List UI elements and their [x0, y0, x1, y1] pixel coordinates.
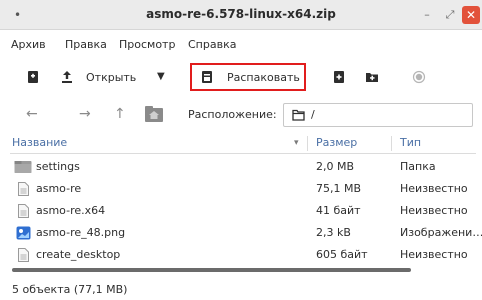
column-separator[interactable]: [307, 136, 308, 151]
list-item[interactable]: settings 2,0 MB Папка: [10, 156, 476, 178]
file-name: settings: [36, 160, 80, 173]
status-bar: 5 объекта (77,1 MB): [12, 283, 128, 296]
file-name: asmo-re.x64: [36, 204, 106, 217]
list-item[interactable]: asmo-re.x64 41 байт Неизвестно: [10, 200, 476, 222]
open-button[interactable]: Открыть: [86, 71, 136, 84]
window-title: asmo-re-6.578-linux-x64.zip: [146, 7, 336, 21]
new-archive-icon[interactable]: [26, 70, 40, 84]
list-item[interactable]: create_desktop 605 байт Неизвестно: [10, 244, 476, 266]
horizontal-scrollbar[interactable]: [12, 268, 411, 272]
menu-view[interactable]: Просмотр: [119, 38, 175, 51]
column-name[interactable]: Название: [12, 136, 67, 149]
menu-help[interactable]: Справка: [188, 38, 236, 51]
back-icon[interactable]: ←: [26, 106, 38, 122]
file-icon: [18, 182, 29, 196]
file-name: create_desktop: [36, 248, 121, 261]
folder-icon: [14, 161, 32, 173]
file-type: Неизвестно: [400, 204, 468, 217]
column-separator[interactable]: [391, 136, 392, 151]
column-type[interactable]: Тип: [400, 136, 421, 149]
up-icon[interactable]: ↑: [114, 106, 126, 122]
folder-icon: [292, 109, 305, 121]
maximize-button[interactable]: ⤢: [441, 6, 459, 24]
column-size[interactable]: Размер: [316, 136, 357, 149]
minimize-button[interactable]: –: [418, 6, 436, 24]
file-size: 75,1 MB: [316, 182, 362, 195]
extract-button-highlight: [190, 63, 306, 91]
add-file-icon[interactable]: [332, 70, 346, 84]
open-dropdown-button[interactable]: ▼: [157, 71, 165, 82]
file-type: Папка: [400, 160, 436, 173]
home-icon[interactable]: [144, 105, 164, 123]
file-name: asmo-re_48.png: [36, 226, 126, 239]
menu-archive[interactable]: Архив: [11, 38, 46, 51]
location-path: /: [311, 108, 315, 121]
file-name: asmo-re: [36, 182, 82, 195]
forward-icon[interactable]: →: [79, 106, 91, 122]
file-type: Неизвестно: [400, 248, 468, 261]
location-field[interactable]: /: [283, 103, 473, 127]
location-label: Расположение:: [188, 108, 277, 121]
file-size: 41 байт: [316, 204, 361, 217]
open-icon[interactable]: [60, 70, 74, 84]
file-size: 2,3 kB: [316, 226, 351, 239]
column-header: Название ▾ Размер Тип: [10, 134, 476, 154]
sort-descending-icon[interactable]: ▾: [294, 138, 299, 148]
file-size: 605 байт: [316, 248, 368, 261]
image-icon: [16, 226, 31, 240]
file-size: 2,0 MB: [316, 160, 355, 173]
stop-icon[interactable]: [412, 70, 426, 84]
add-folder-icon[interactable]: [365, 70, 379, 84]
file-type: Неизвестно: [400, 182, 468, 195]
file-type: Изображени…: [400, 226, 482, 239]
file-icon: [18, 204, 29, 218]
list-item[interactable]: asmo-re_48.png 2,3 kB Изображени…: [10, 222, 482, 244]
list-item[interactable]: asmo-re 75,1 MB Неизвестно: [10, 178, 476, 200]
menu-bar: Архив Правка Просмотр Справка: [0, 38, 482, 56]
menu-edit[interactable]: Правка: [65, 38, 107, 51]
file-icon: [18, 248, 29, 262]
title-bar: • asmo-re-6.578-linux-x64.zip – ⤢ ✕: [0, 0, 482, 30]
close-button[interactable]: ✕: [462, 6, 480, 24]
